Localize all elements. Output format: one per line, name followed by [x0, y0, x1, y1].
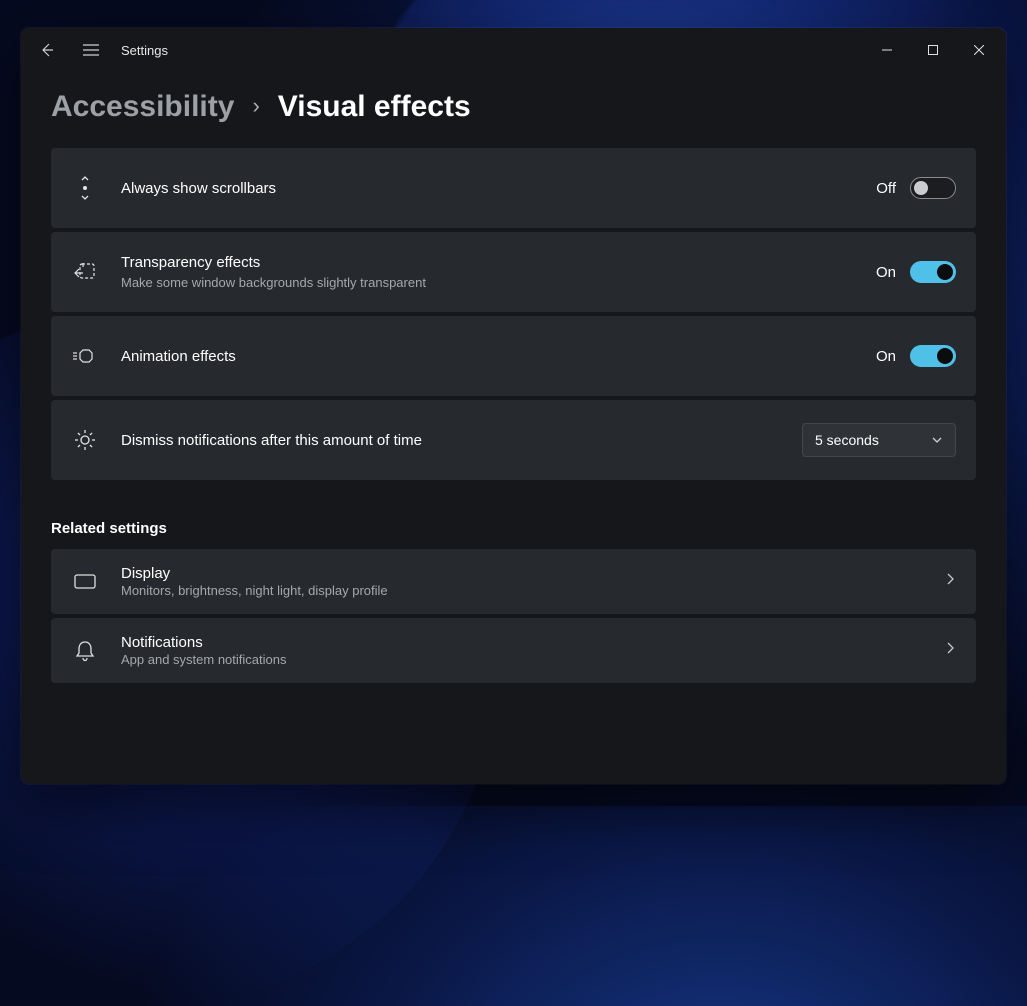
- back-button[interactable]: [25, 28, 69, 72]
- setting-title: Transparency effects: [121, 252, 876, 273]
- chevron-right-icon: [944, 641, 956, 660]
- animation-toggle[interactable]: [910, 345, 956, 367]
- link-title: Display: [121, 565, 944, 582]
- setting-title: Animation effects: [121, 346, 876, 367]
- settings-window: Settings Accessibility › Visual effects: [21, 28, 1006, 784]
- related-display[interactable]: Display Monitors, brightness, night ligh…: [51, 549, 976, 614]
- setting-title: Always show scrollbars: [121, 178, 876, 199]
- chevron-down-icon: [931, 434, 943, 446]
- link-description: App and system notifications: [121, 652, 944, 667]
- content-area: Accessibility › Visual effects Always sh…: [21, 72, 1006, 784]
- toggle-state-label: On: [876, 348, 896, 365]
- page-title: Visual effects: [278, 90, 471, 124]
- display-icon: [71, 568, 99, 596]
- scrollbars-icon: [71, 174, 99, 202]
- scrollbars-toggle[interactable]: [910, 177, 956, 199]
- breadcrumb: Accessibility › Visual effects: [51, 90, 976, 124]
- breadcrumb-parent[interactable]: Accessibility: [51, 90, 234, 124]
- setting-dismiss-notifications: Dismiss notifications after this amount …: [51, 400, 976, 480]
- close-button[interactable]: [956, 34, 1002, 66]
- related-settings-header: Related settings: [51, 520, 976, 537]
- link-description: Monitors, brightness, night light, displ…: [121, 583, 944, 598]
- toggle-state-label: On: [876, 264, 896, 281]
- chevron-right-icon: ›: [252, 93, 259, 119]
- setting-description: Make some window backgrounds slightly tr…: [121, 275, 876, 292]
- menu-button[interactable]: [69, 28, 113, 72]
- transparency-icon: [71, 258, 99, 286]
- animation-icon: [71, 342, 99, 370]
- setting-animation[interactable]: Animation effects On: [51, 316, 976, 396]
- related-notifications[interactable]: Notifications App and system notificatio…: [51, 618, 976, 683]
- setting-transparency[interactable]: Transparency effects Make some window ba…: [51, 232, 976, 312]
- setting-title: Dismiss notifications after this amount …: [121, 430, 802, 451]
- title-bar: Settings: [21, 28, 1006, 72]
- window-title: Settings: [121, 43, 168, 58]
- transparency-toggle[interactable]: [910, 261, 956, 283]
- window-controls: [864, 34, 1002, 66]
- dismiss-time-dropdown[interactable]: 5 seconds: [802, 423, 956, 457]
- brightness-icon: [71, 426, 99, 454]
- setting-scrollbars[interactable]: Always show scrollbars Off: [51, 148, 976, 228]
- toggle-state-label: Off: [876, 180, 896, 197]
- bell-icon: [71, 637, 99, 665]
- link-title: Notifications: [121, 634, 944, 651]
- minimize-button[interactable]: [864, 34, 910, 66]
- dropdown-value: 5 seconds: [815, 432, 879, 448]
- maximize-button[interactable]: [910, 34, 956, 66]
- chevron-right-icon: [944, 572, 956, 591]
